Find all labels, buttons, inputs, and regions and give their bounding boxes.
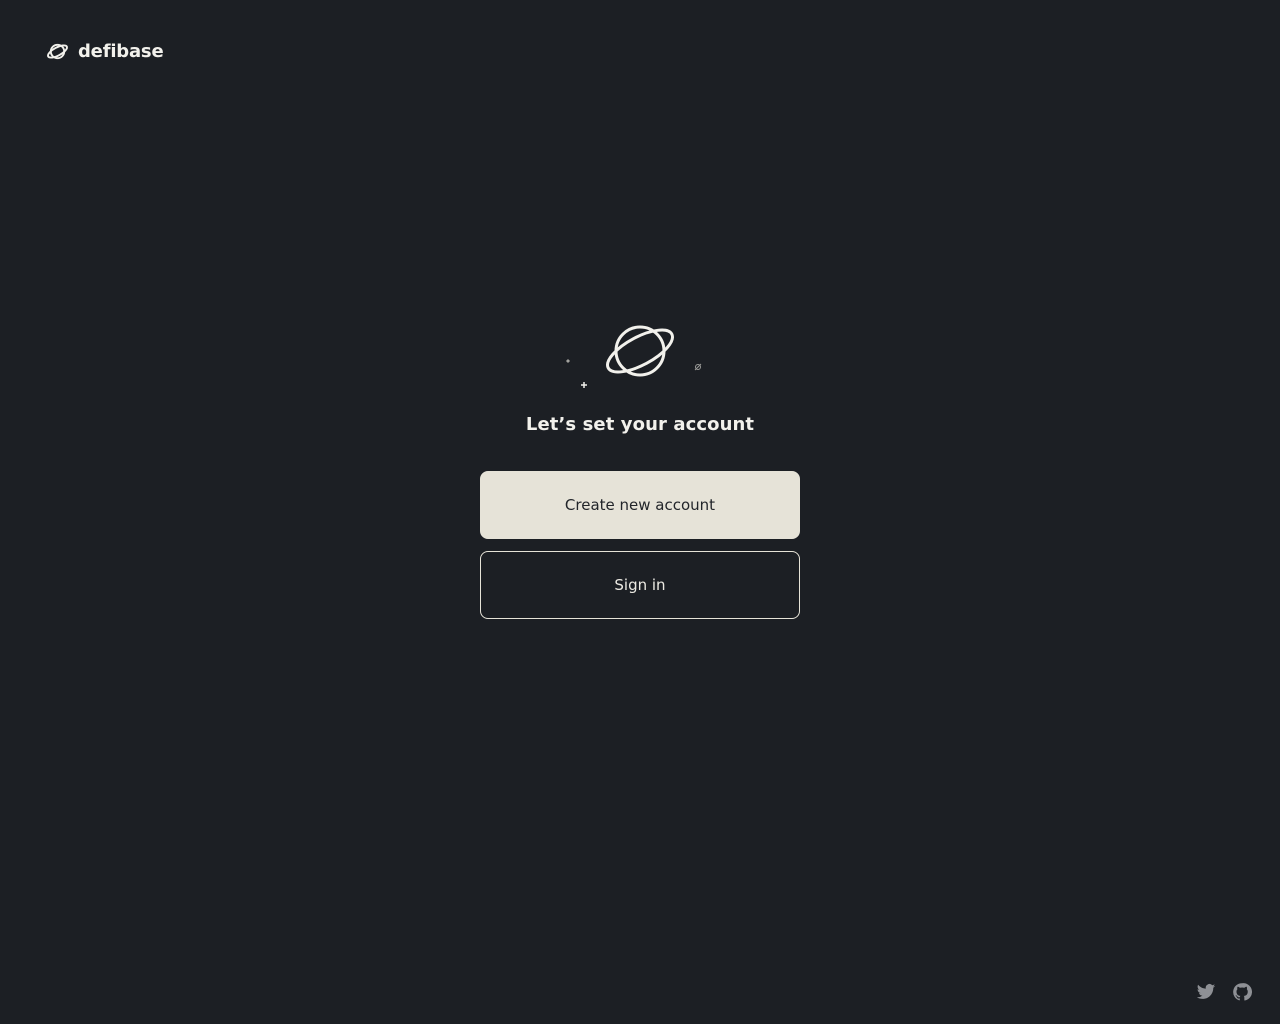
welcome-page: defibase Let’s set your account Create n… [0, 0, 1280, 1024]
star-icon [581, 382, 587, 388]
page-title: Let’s set your account [525, 414, 755, 435]
twitter-link[interactable] [1196, 982, 1216, 1002]
sparkle-icon [694, 363, 702, 371]
brand-name: defibase [78, 41, 164, 62]
hero: Let’s set your account Create new accoun… [0, 318, 1280, 619]
github-link[interactable] [1232, 982, 1252, 1002]
planet-illustration-icon [566, 325, 702, 388]
create-account-button[interactable]: Create new account [480, 471, 800, 539]
sign-in-button[interactable]: Sign in [480, 551, 800, 619]
twitter-icon [1196, 984, 1216, 999]
brand[interactable]: defibase [46, 40, 164, 63]
planet-icon [47, 43, 68, 60]
github-icon [1233, 983, 1252, 1001]
star-icon [566, 359, 570, 363]
social-links [1196, 982, 1252, 1002]
